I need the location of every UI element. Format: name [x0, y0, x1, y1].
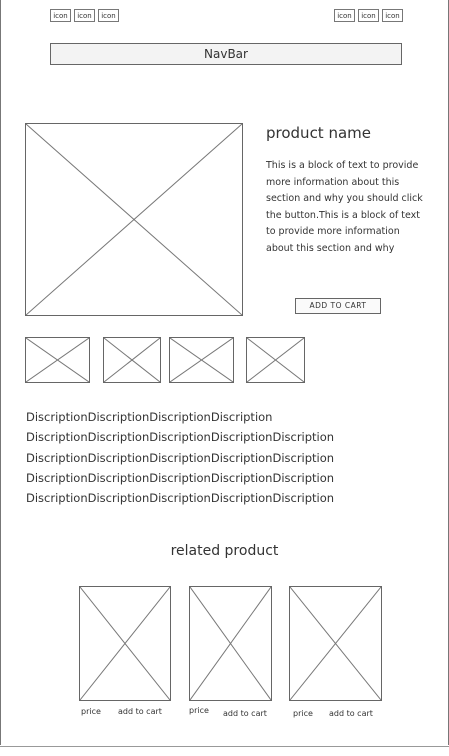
description-line: DiscriptionDiscriptionDiscriptionDiscrip… — [26, 430, 335, 445]
header-icon-1[interactable]: icon — [50, 9, 71, 22]
add-to-cart-button[interactable]: ADD TO CART — [295, 298, 381, 314]
header-icon-3[interactable]: icon — [98, 9, 119, 22]
related-product-image-2[interactable] — [189, 586, 272, 701]
related-products-title: related product — [170, 543, 279, 559]
product-thumbnail-4[interactable] — [246, 337, 305, 383]
related-product-add-to-cart-2[interactable]: add to cart — [223, 709, 267, 718]
related-product-image-3[interactable] — [289, 586, 382, 701]
product-thumbnail-2[interactable] — [103, 337, 161, 383]
header-icon-6[interactable]: icon — [382, 9, 403, 22]
related-product-price-2: price — [189, 706, 209, 715]
header-icon-2[interactable]: icon — [74, 9, 95, 22]
product-description: This is a block of text to provide more … — [266, 160, 423, 254]
product-long-description: DiscriptionDiscriptionDiscriptionDiscrip… — [26, 407, 426, 508]
description-line: DiscriptionDiscriptionDiscriptionDiscrip… — [26, 491, 335, 506]
description-line: DiscriptionDiscriptionDiscriptionDiscrip… — [26, 410, 273, 424]
related-product-price-1: price — [81, 707, 101, 716]
description-line: DiscriptionDiscriptionDiscriptionDiscrip… — [26, 450, 335, 465]
product-name: product name — [266, 124, 371, 142]
header-icon-5[interactable]: icon — [358, 9, 379, 22]
description-line: DiscriptionDiscriptionDiscriptionDiscrip… — [26, 470, 335, 485]
product-thumbnail-1[interactable] — [25, 337, 90, 383]
related-product-add-to-cart-1[interactable]: add to cart — [118, 707, 162, 716]
related-product-price-3: price — [293, 709, 313, 718]
product-main-image — [25, 123, 243, 316]
related-product-image-1[interactable] — [79, 586, 171, 701]
related-product-add-to-cart-3[interactable]: add to cart — [329, 709, 373, 718]
page-bottom-divider — [0, 746, 449, 747]
navbar[interactable]: NavBar — [50, 43, 402, 65]
product-thumbnail-3[interactable] — [169, 337, 234, 383]
header-icon-4[interactable]: icon — [334, 9, 355, 22]
